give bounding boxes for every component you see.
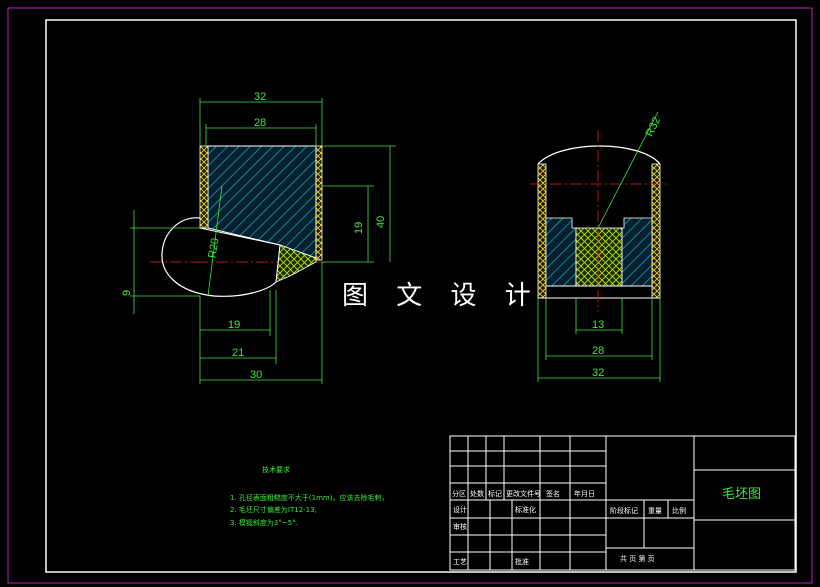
tb-sheets: 共 页 第 页 <box>620 554 655 563</box>
tb-shenhe: 审核 <box>453 522 467 531</box>
tb-fenqu: 分区 <box>452 489 466 498</box>
notes-heading: 技术要求 <box>262 465 290 474</box>
dim-32-top: 32 <box>254 91 266 103</box>
tb-biaozhunhua: 标准化 <box>515 505 536 514</box>
dim-32-bottom: 32 <box>592 367 604 379</box>
title-block <box>449 435 796 571</box>
tb-nianyueri: 年月日 <box>574 489 595 498</box>
notes-line-1: 1. 孔径表面粗糙度不大于(1mm)，应该去除毛刺， <box>230 493 388 502</box>
tb-sheji: 设计 <box>453 505 467 514</box>
drawing-title: 毛坯图 <box>722 487 761 502</box>
watermark-text: 图 文 设 计 <box>342 281 541 311</box>
dim-40-vertical: 40 <box>375 216 387 228</box>
dim-19-horizontal: 19 <box>228 319 240 331</box>
dim-19-vertical: 19 <box>353 222 365 234</box>
tb-bili: 比例 <box>672 506 686 515</box>
tb-qianming: 签名 <box>546 489 560 498</box>
dim-21-horizontal: 21 <box>232 347 244 359</box>
dim-9-vertical: 9 <box>121 290 133 296</box>
dim-13: 13 <box>592 319 604 331</box>
tb-biaoji: 标记 <box>488 489 502 498</box>
dim-r32: R32 <box>644 115 663 138</box>
right-view: R32 13 28 32 <box>530 111 668 382</box>
tb-pizhun: 批准 <box>515 557 529 566</box>
tb-jieduan: 阶段标记 <box>610 506 638 515</box>
dim-28-top: 28 <box>254 117 266 129</box>
tb-zhongliang: 重量 <box>648 507 662 515</box>
notes-line-3: 3. 模锻斜度为3°~5°. <box>230 518 298 527</box>
drawing-canvas: 32 28 19 40 R20 9 19 21 30 R32 13 28 32 … <box>7 7 813 584</box>
tb-chuangshu: 处数 <box>470 489 484 498</box>
dim-r20: R20 <box>206 237 221 259</box>
technical-notes: 技术要求 1. 孔径表面粗糙度不大于(1mm)，应该去除毛刺， 2. 毛坯尺寸偏… <box>230 465 388 527</box>
left-view: 32 28 19 40 R20 9 19 21 30 <box>121 91 396 384</box>
dim-30-horizontal: 30 <box>250 369 262 381</box>
dim-28-bottom: 28 <box>592 345 604 357</box>
tb-gengdong: 更改文件号 <box>506 489 541 498</box>
notes-line-2: 2. 毛坯尺寸偏差为IT12-13, <box>230 505 317 514</box>
tb-gongyi: 工艺 <box>453 558 467 566</box>
